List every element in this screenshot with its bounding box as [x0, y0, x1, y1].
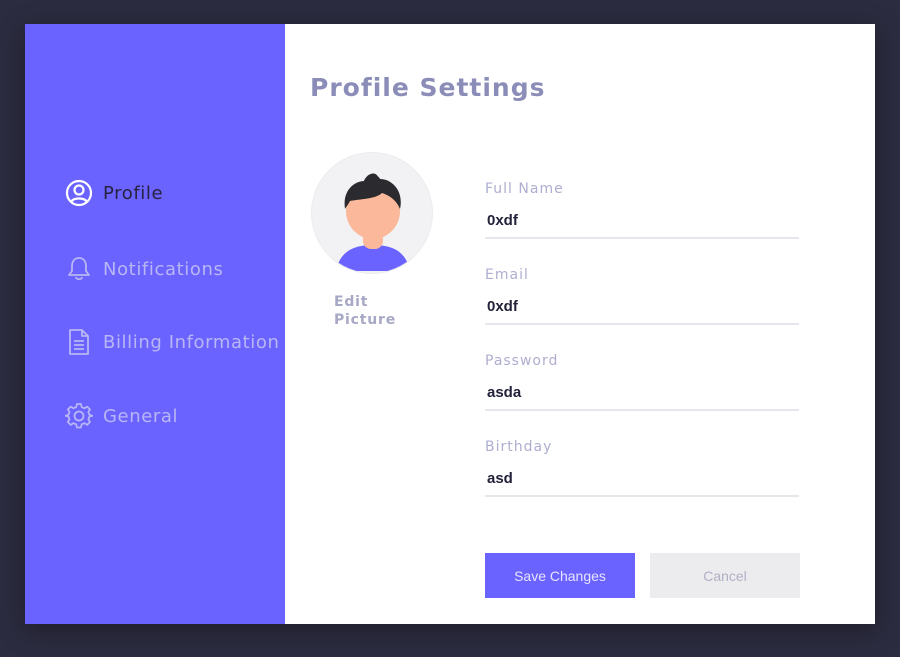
- document-icon: [65, 328, 93, 356]
- user-circle-icon: [65, 179, 93, 207]
- email-input[interactable]: [485, 294, 799, 325]
- password-field: Password: [485, 353, 799, 411]
- birthday-input[interactable]: [485, 466, 799, 497]
- gear-icon: [65, 402, 93, 430]
- email-label: Email: [485, 267, 529, 283]
- avatar-illustration: [312, 153, 432, 273]
- edit-picture-link[interactable]: Edit Picture: [334, 293, 414, 329]
- cancel-button[interactable]: Cancel: [650, 553, 800, 598]
- sidebar-item-billing[interactable]: Billing Information: [65, 328, 280, 356]
- sidebar-item-label: Billing Information: [103, 331, 280, 353]
- avatar[interactable]: [311, 152, 433, 274]
- full-name-input[interactable]: [485, 208, 799, 239]
- bell-icon: [65, 255, 93, 283]
- password-input[interactable]: [485, 380, 799, 411]
- sidebar-item-notifications[interactable]: Notifications: [65, 255, 223, 283]
- save-changes-button[interactable]: Save Changes: [485, 553, 635, 598]
- sidebar-item-label: General: [103, 405, 179, 427]
- full-name-label: Full Name: [485, 181, 564, 197]
- page-title: Profile Settings: [310, 73, 546, 102]
- password-label: Password: [485, 353, 559, 369]
- birthday-field: Birthday: [485, 439, 799, 497]
- sidebar: Profile Notifications Billing Informatio…: [25, 24, 285, 624]
- full-name-field: Full Name: [485, 181, 799, 239]
- email-field: Email: [485, 267, 799, 325]
- sidebar-item-general[interactable]: General: [65, 402, 178, 430]
- birthday-label: Birthday: [485, 439, 553, 455]
- profile-settings-panel: Profile Settings Edit Picture Full Name …: [285, 24, 875, 624]
- settings-card: Profile Notifications Billing Informatio…: [25, 24, 875, 624]
- sidebar-item-label: Notifications: [103, 258, 224, 280]
- sidebar-item-profile[interactable]: Profile: [65, 179, 163, 207]
- sidebar-item-label: Profile: [103, 182, 164, 204]
